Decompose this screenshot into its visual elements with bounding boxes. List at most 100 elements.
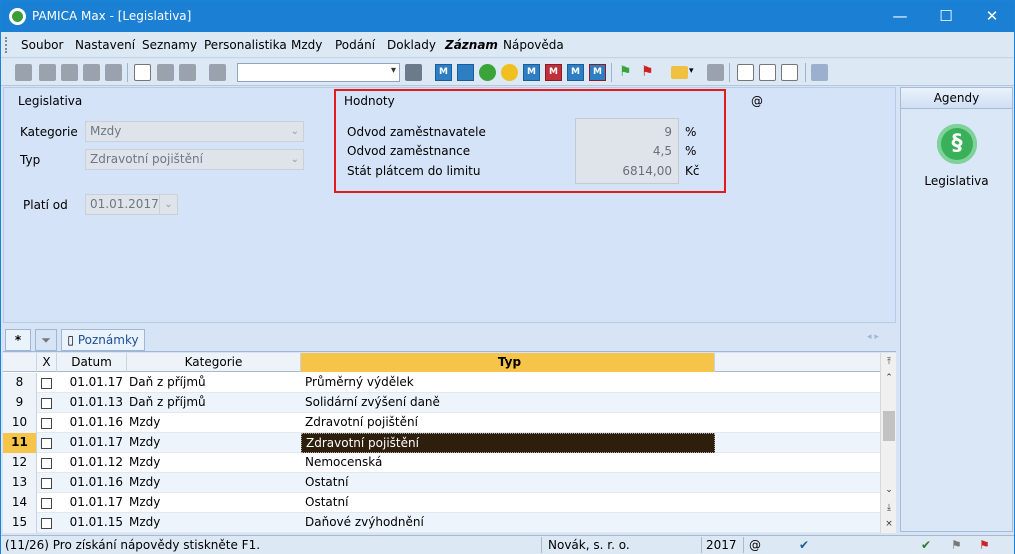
folder-dropdown-icon[interactable]: ▾ [689, 66, 706, 83]
calculator-icon[interactable] [707, 64, 724, 81]
note-icon: ▯ [67, 333, 75, 347]
close-button[interactable]: ✕ [969, 1, 1015, 32]
scroll-up-icon[interactable]: ⌃ [882, 371, 896, 385]
odvod-zamestnance-label: Odvod zaměstnance [347, 144, 471, 158]
row-checkbox[interactable] [41, 418, 52, 429]
save-as-icon[interactable] [179, 64, 196, 81]
maximize-button[interactable]: ☐ [923, 1, 969, 32]
stat-platcem-label: Stát plátcem do limitu [347, 164, 481, 178]
scrollbar-thumb[interactable] [883, 411, 895, 441]
person-yellow-icon[interactable] [501, 64, 518, 81]
exit-icon[interactable] [15, 64, 32, 81]
row-checkbox[interactable] [41, 398, 52, 409]
table-row[interactable]: 13 01.01.16 Mzdy Ostatní [3, 473, 880, 493]
column-x[interactable]: X [37, 353, 57, 372]
menu-personalistika[interactable]: Personalistika [204, 38, 287, 52]
scroll-clear-icon[interactable]: × [882, 517, 896, 531]
odvod-zamestnavatele-value: 9 [664, 125, 672, 139]
report-m3-icon[interactable]: M [589, 64, 606, 81]
table-row[interactable]: 11 01.01.17 Mzdy Zdravotní pojištění [3, 433, 880, 453]
menu-napoveda[interactable]: Nápověda [503, 38, 564, 52]
tab-filter[interactable]: ⏷ [35, 329, 57, 351]
tab-poznamky[interactable]: ▯ Poznámky [61, 329, 145, 351]
menu-podani[interactable]: Podání [335, 38, 375, 52]
scroll-top-icon[interactable]: ⤒ [882, 355, 896, 369]
scroll-down-icon[interactable]: ⌄ [882, 483, 896, 497]
menu-mzdy[interactable]: Mzdy [291, 38, 322, 52]
menu-grip-icon[interactable] [5, 37, 8, 53]
print-setup-icon[interactable] [105, 64, 122, 81]
agenda-item-legislativa[interactable]: Legislativa [901, 174, 1012, 188]
status-flag-red-icon[interactable]: ⚑ [979, 538, 990, 552]
save-icon[interactable] [157, 64, 174, 81]
row-checkbox[interactable] [41, 498, 52, 509]
column-typ[interactable]: Typ [301, 353, 715, 372]
unit-percent-2: % [685, 144, 697, 158]
filter-icon[interactable] [405, 64, 422, 81]
row-checkbox[interactable] [41, 518, 52, 529]
minimize-button[interactable]: — [877, 1, 923, 32]
window-icon-3[interactable] [781, 64, 798, 81]
menu-soubor[interactable]: Soubor [21, 38, 63, 52]
report-red-icon[interactable]: M [545, 64, 562, 81]
kategorie-select[interactable]: Mzdy ⌄ [85, 121, 304, 142]
agenda-header[interactable]: Agendy [901, 88, 1012, 109]
clipboard-icon[interactable] [209, 64, 226, 81]
table-row[interactable]: 15 01.01.15 Mzdy Daňové zvýhodnění [3, 513, 880, 533]
row-checkbox[interactable] [41, 458, 52, 469]
table-row[interactable]: 9 01.01.13 Daň z příjmů Solidární zvýšení d… [3, 393, 880, 413]
row-checkbox[interactable] [41, 378, 52, 389]
quick-filter-combo[interactable] [237, 63, 400, 82]
paragraph-icon[interactable]: § [937, 124, 977, 164]
window-icon-2[interactable] [759, 64, 776, 81]
column-kategorie[interactable]: Kategorie [127, 353, 301, 372]
column-datum[interactable]: Datum [57, 353, 127, 372]
menu-doklady[interactable]: Doklady [387, 38, 436, 52]
print-icon[interactable] [61, 64, 78, 81]
vertical-scrollbar[interactable]: ⤒ ⌃ ⌄ ⤓ × [880, 353, 896, 533]
menu-seznamy[interactable]: Seznamy [142, 38, 197, 52]
toolbar-separator [127, 63, 128, 82]
new-record-icon[interactable] [134, 64, 151, 81]
green-flag-icon[interactable]: ⚑ [619, 64, 636, 81]
row-number: 13 [3, 473, 37, 493]
folder-icon[interactable] [671, 66, 688, 79]
mzdy-m-icon[interactable]: M [435, 64, 452, 81]
checkmark-icon[interactable]: ✔ [799, 538, 809, 552]
status-divider [701, 537, 702, 553]
person-blue-icon[interactable] [457, 64, 474, 81]
row-checkbox[interactable] [41, 478, 52, 489]
table-row[interactable]: 8 01.01.17 Daň z příjmů Průměrný výdělek [3, 373, 880, 393]
red-flag-icon[interactable]: ⚑ [641, 64, 658, 81]
calendar-dropdown-icon[interactable]: ⌄ [159, 195, 177, 214]
help-icon[interactable] [811, 64, 828, 81]
menu-nastaveni[interactable]: Nastavení [75, 38, 135, 52]
table-row[interactable]: 12 01.01.12 Mzdy Nemocenská [3, 453, 880, 473]
stat-platcem-value: 6814,00 [622, 164, 672, 178]
status-flag-gray-icon[interactable]: ⚑ [951, 538, 962, 552]
table-row[interactable]: 10 01.01.16 Mzdy Zdravotní pojištění [3, 413, 880, 433]
print-preview-icon[interactable] [83, 64, 100, 81]
typ-select[interactable]: Zdravotní pojištění ⌄ [85, 149, 304, 170]
cell-typ: Zdravotní pojištění [301, 433, 715, 453]
cell-typ: Průměrný výdělek [305, 375, 414, 389]
row-checkbox[interactable] [41, 438, 52, 449]
ok-circle-icon[interactable]: ✔ [921, 538, 931, 552]
row-number: 9 [3, 393, 37, 413]
cell-typ: Ostatní [305, 475, 349, 489]
scroll-bottom-icon[interactable]: ⤓ [882, 501, 896, 515]
copy-record-icon[interactable] [39, 64, 56, 81]
status-hint: (11/26) Pro získání nápovědy stiskněte F… [5, 538, 261, 552]
menu-zaznam[interactable]: Záznam [445, 38, 498, 52]
tab-scroll-arrows-icon[interactable]: ◂ ▸ [867, 332, 879, 342]
table-row[interactable]: 14 01.01.17 Mzdy Ostatní [3, 493, 880, 513]
report-m2-icon[interactable]: M [567, 64, 584, 81]
typ-value: Zdravotní pojištění [90, 152, 203, 166]
person-green-icon[interactable] [479, 64, 496, 81]
tab-all[interactable]: * [5, 329, 31, 351]
cell-kategorie: Daň z příjmů [129, 375, 206, 389]
plati-od-date-field[interactable]: 01.01.2017 ⌄ [85, 194, 178, 215]
window-icon-1[interactable] [737, 64, 754, 81]
report-m-icon[interactable]: M [523, 64, 540, 81]
typ-label: Typ [20, 153, 41, 167]
